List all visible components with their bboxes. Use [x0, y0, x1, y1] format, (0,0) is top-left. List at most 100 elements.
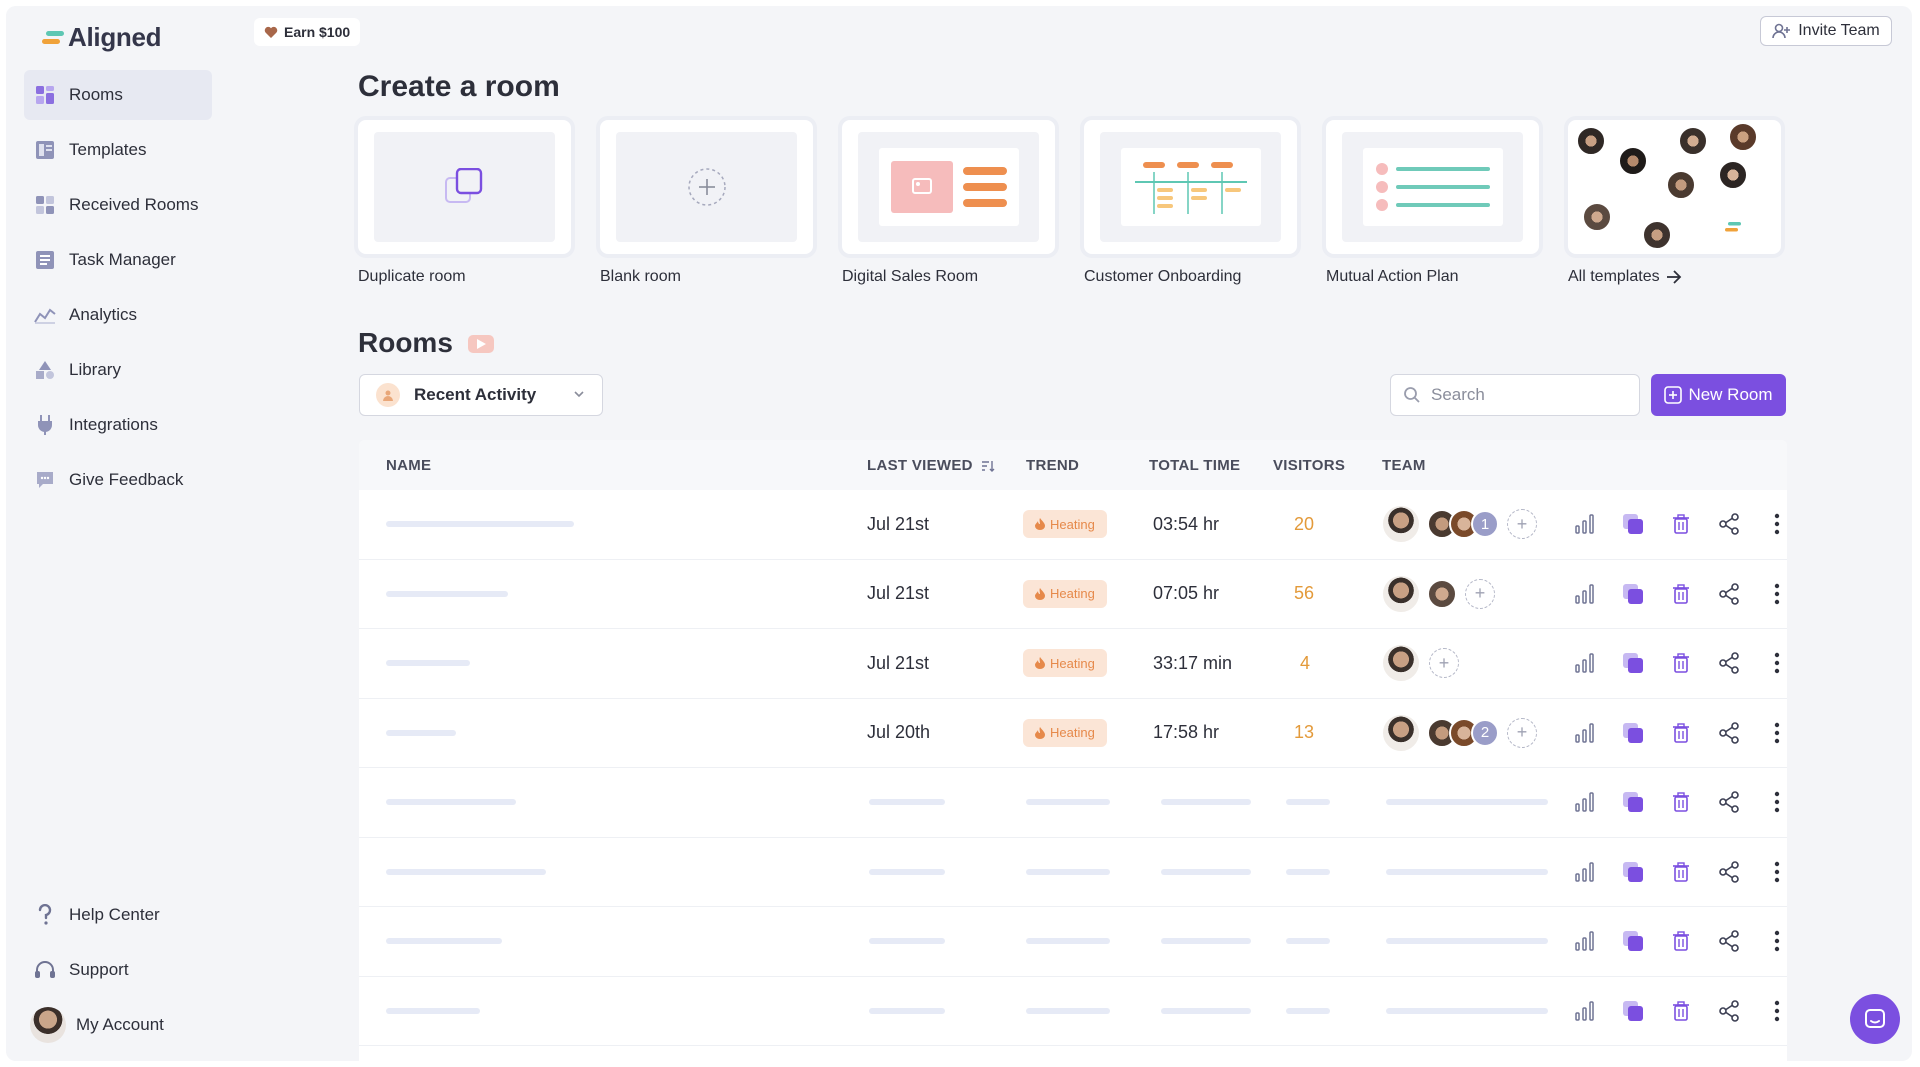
table-row[interactable]: Jul 21st Heating 03:54 hr 20 1 +: [359, 490, 1787, 560]
analytics-button[interactable]: [1561, 1001, 1609, 1021]
delete-button[interactable]: [1657, 931, 1705, 952]
chat-support-button[interactable]: [1850, 994, 1900, 1044]
more-options-button[interactable]: [1753, 861, 1787, 883]
delete-button[interactable]: [1657, 792, 1705, 813]
column-header-name[interactable]: NAME: [386, 457, 431, 474]
column-header-total-time[interactable]: TOTAL TIME: [1149, 457, 1240, 474]
add-member-button[interactable]: +: [1429, 648, 1459, 679]
add-member-button[interactable]: +: [1465, 578, 1495, 609]
avatar: [1642, 220, 1672, 250]
more-options-button[interactable]: [1753, 583, 1787, 605]
card-thumbnail: [1084, 120, 1297, 254]
sidebar-item-integrations[interactable]: Integrations: [24, 400, 212, 450]
column-header-last-viewed[interactable]: LAST VIEWED: [867, 457, 995, 474]
sidebar-item-received-rooms[interactable]: Received Rooms: [24, 180, 212, 230]
share-button[interactable]: [1705, 999, 1753, 1022]
avatar: [1381, 643, 1421, 684]
total-time: 07:05 hr: [1153, 583, 1220, 604]
sidebar-item-label: Library: [69, 360, 121, 379]
earn-label: Earn $100: [284, 24, 351, 40]
more-options-button[interactable]: [1753, 722, 1787, 744]
duplicate-button[interactable]: [1609, 861, 1657, 883]
share-button[interactable]: [1705, 930, 1753, 953]
analytics-button[interactable]: [1561, 931, 1609, 951]
duplicate-button[interactable]: [1609, 791, 1657, 813]
duplicate-button[interactable]: [1609, 652, 1657, 674]
more-options-button[interactable]: [1753, 513, 1787, 535]
analytics-button[interactable]: [1561, 792, 1609, 812]
column-header-trend[interactable]: TREND: [1026, 457, 1079, 474]
more-options-button[interactable]: [1753, 1000, 1787, 1022]
duplicate-button[interactable]: [1609, 722, 1657, 744]
column-header-visitors[interactable]: VISITORS: [1273, 457, 1345, 474]
team-avatars: 1 +: [1381, 490, 1537, 559]
delete-button[interactable]: [1657, 723, 1705, 743]
all-templates-card[interactable]: All templates: [1568, 120, 1781, 286]
trend-badge: Heating: [1023, 579, 1107, 608]
earn-referral-badge[interactable]: Earn $100: [254, 18, 361, 46]
share-button[interactable]: [1705, 791, 1753, 814]
sort-filter-dropdown[interactable]: Recent Activity: [359, 374, 603, 416]
bar-chart-icon: [1575, 653, 1594, 673]
table-row-loading: [359, 768, 1787, 838]
avatar: [1718, 160, 1748, 190]
analytics-button[interactable]: [1561, 514, 1609, 534]
share-button[interactable]: [1705, 721, 1753, 744]
analytics-button[interactable]: [1561, 862, 1609, 882]
table-row[interactable]: Jul 21st Heating 33:17 min 4 +: [359, 629, 1787, 699]
sidebar-item-my-account[interactable]: My Account: [24, 1000, 212, 1050]
delete-button[interactable]: [1657, 514, 1705, 535]
duplicate-button[interactable]: [1609, 583, 1657, 605]
duplicate-button[interactable]: [1609, 930, 1657, 952]
duplicate-room-card[interactable]: Duplicate room: [358, 120, 571, 286]
visitors-count: 20: [1294, 513, 1315, 534]
analytics-button[interactable]: [1561, 584, 1609, 604]
sidebar-item-rooms[interactable]: Rooms: [24, 70, 212, 120]
delete-button[interactable]: [1657, 862, 1705, 882]
blank-room-card[interactable]: Blank room: [600, 120, 813, 286]
sidebar-item-task-manager[interactable]: Task Manager: [24, 235, 212, 285]
share-button[interactable]: [1705, 860, 1753, 883]
add-user-icon: [1772, 23, 1791, 39]
share-button[interactable]: [1705, 513, 1753, 536]
new-room-button[interactable]: New Room: [1651, 374, 1786, 416]
analytics-button[interactable]: [1561, 653, 1609, 673]
card-label: Blank room: [600, 268, 681, 285]
total-time: 17:58 hr: [1153, 722, 1220, 743]
app-logo[interactable]: Aligned: [42, 22, 162, 53]
sidebar-item-label: Rooms: [69, 85, 123, 104]
sidebar-nav: Rooms Templates Received Rooms Task Mana…: [24, 70, 212, 510]
more-options-button[interactable]: [1753, 930, 1787, 952]
more-options-button[interactable]: [1753, 791, 1787, 813]
share-button[interactable]: [1705, 582, 1753, 605]
sidebar-item-analytics[interactable]: Analytics: [24, 290, 212, 340]
trash-icon: [1673, 792, 1689, 813]
sidebar-item-give-feedback[interactable]: Give Feedback: [24, 455, 212, 505]
card-label: All templates: [1568, 268, 1781, 286]
duplicate-button[interactable]: [1609, 513, 1657, 535]
invite-team-button[interactable]: Invite Team: [1760, 16, 1892, 46]
add-member-button[interactable]: +: [1507, 717, 1537, 748]
sidebar-item-templates[interactable]: Templates: [24, 125, 212, 175]
search-input[interactable]: [1431, 385, 1621, 405]
more-options-button[interactable]: [1753, 652, 1787, 674]
sidebar-item-library[interactable]: Library: [24, 345, 212, 395]
delete-button[interactable]: [1657, 584, 1705, 604]
delete-button[interactable]: [1657, 1001, 1705, 1021]
delete-button[interactable]: [1657, 653, 1705, 674]
sidebar-item-help-center[interactable]: Help Center: [24, 890, 212, 940]
mutual-action-plan-card[interactable]: Mutual Action Plan: [1326, 120, 1539, 286]
sidebar-item-support[interactable]: Support: [24, 945, 212, 995]
search-box[interactable]: [1390, 374, 1640, 416]
share-button[interactable]: [1705, 652, 1753, 675]
analytics-button[interactable]: [1561, 723, 1609, 743]
video-tutorial-icon[interactable]: [468, 335, 494, 353]
trash-icon: [1673, 653, 1689, 674]
table-row[interactable]: Jul 20th Heating 17:58 hr 13 2 +: [359, 699, 1787, 768]
duplicate-button[interactable]: [1609, 1000, 1657, 1022]
new-room-label: New Room: [1688, 385, 1773, 404]
add-member-button[interactable]: +: [1507, 509, 1537, 540]
digital-sales-room-card[interactable]: Digital Sales Room: [842, 120, 1055, 286]
table-row[interactable]: Jul 21st Heating 07:05 hr 56 +: [359, 560, 1787, 629]
customer-onboarding-card[interactable]: Customer Onboarding: [1084, 120, 1297, 286]
